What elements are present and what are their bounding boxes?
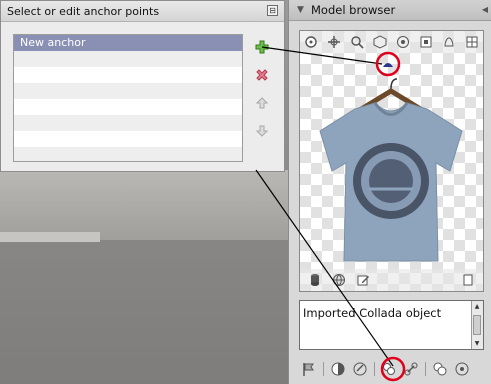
scroll-down-icon[interactable]: ▼: [473, 340, 481, 347]
move-down-button[interactable]: [254, 123, 270, 139]
hanger-view-icon[interactable]: [442, 35, 456, 49]
model-browser-bottom-toolbar: [289, 356, 491, 382]
contrast-icon[interactable]: [330, 361, 346, 377]
model-browser-panel: ▼ Model browser ◀ Imported Collada objec…: [288, 0, 491, 384]
grid-view-icon[interactable]: [465, 35, 479, 49]
anchor-list-item[interactable]: [14, 83, 242, 99]
move-up-button[interactable]: [254, 95, 270, 111]
edit-icon[interactable]: [356, 273, 370, 287]
preview-toolbar: [300, 31, 483, 53]
frame-view-icon[interactable]: [419, 35, 433, 49]
arrow-down-icon: [255, 125, 269, 137]
anchor-list-item[interactable]: [14, 131, 242, 147]
arrow-up-icon: [255, 97, 269, 109]
rotate-view-icon[interactable]: [304, 35, 318, 49]
dialog-close-button[interactable]: ⊟: [267, 5, 278, 16]
toolbar-separator: [374, 362, 375, 376]
model-browser-title: Model browser: [311, 3, 396, 17]
cube-view-icon[interactable]: [373, 35, 387, 49]
plus-icon: [255, 40, 269, 54]
anchor-list-item[interactable]: [14, 99, 242, 115]
preview-bottom-toolbar: [300, 269, 483, 291]
pan-view-icon[interactable]: [327, 35, 341, 49]
info-text-area[interactable]: Imported Collada object ▲ ▼: [299, 300, 484, 350]
toolbar-separator: [323, 362, 324, 376]
dock-arrow-icon[interactable]: ◀: [482, 5, 488, 14]
globe-icon[interactable]: [332, 273, 346, 287]
anchor-list-item[interactable]: [14, 51, 242, 67]
add-anchor-button[interactable]: [254, 39, 270, 55]
anchor-list-item[interactable]: [14, 147, 242, 161]
info-scrollbar[interactable]: ▲ ▼: [471, 301, 483, 349]
checkbox-icon[interactable]: [461, 273, 475, 287]
anchor-points-icon[interactable]: [381, 361, 397, 377]
link-icon[interactable]: [403, 361, 419, 377]
dialog-title: Select or edit anchor points: [7, 5, 160, 18]
anchor-list-item[interactable]: New anchor: [14, 35, 242, 51]
anchor-points-dialog: Select or edit anchor points ⊟ New ancho…: [0, 0, 285, 172]
info-text: Imported Collada object: [303, 306, 442, 320]
delete-anchor-button[interactable]: [254, 67, 270, 83]
info-icon[interactable]: [454, 361, 470, 377]
zoom-view-icon[interactable]: [350, 35, 364, 49]
duplicate-icon[interactable]: [432, 361, 448, 377]
flag-icon[interactable]: [301, 361, 317, 377]
cylinder-icon[interactable]: [308, 273, 322, 287]
model-browser-header[interactable]: ▼ Model browser ◀: [289, 0, 491, 21]
scroll-up-icon[interactable]: ▲: [473, 303, 481, 310]
wall-surface: [0, 170, 288, 240]
anchor-list[interactable]: New anchor: [13, 34, 243, 162]
anchor-list-item[interactable]: [14, 115, 242, 131]
sphere-view-icon[interactable]: [396, 35, 410, 49]
material-icon[interactable]: [352, 361, 368, 377]
tshirt-model-image: [319, 78, 463, 262]
dialog-title-bar[interactable]: Select or edit anchor points ⊟: [1, 1, 284, 22]
scroll-thumb[interactable]: [473, 315, 481, 335]
anchor-list-item[interactable]: [14, 67, 242, 83]
model-preview[interactable]: [299, 30, 484, 292]
delete-x-icon: [256, 69, 268, 81]
floor-edge: [0, 232, 100, 242]
toolbar-separator: [425, 362, 426, 376]
collapse-arrow-icon[interactable]: ▼: [297, 5, 304, 15]
